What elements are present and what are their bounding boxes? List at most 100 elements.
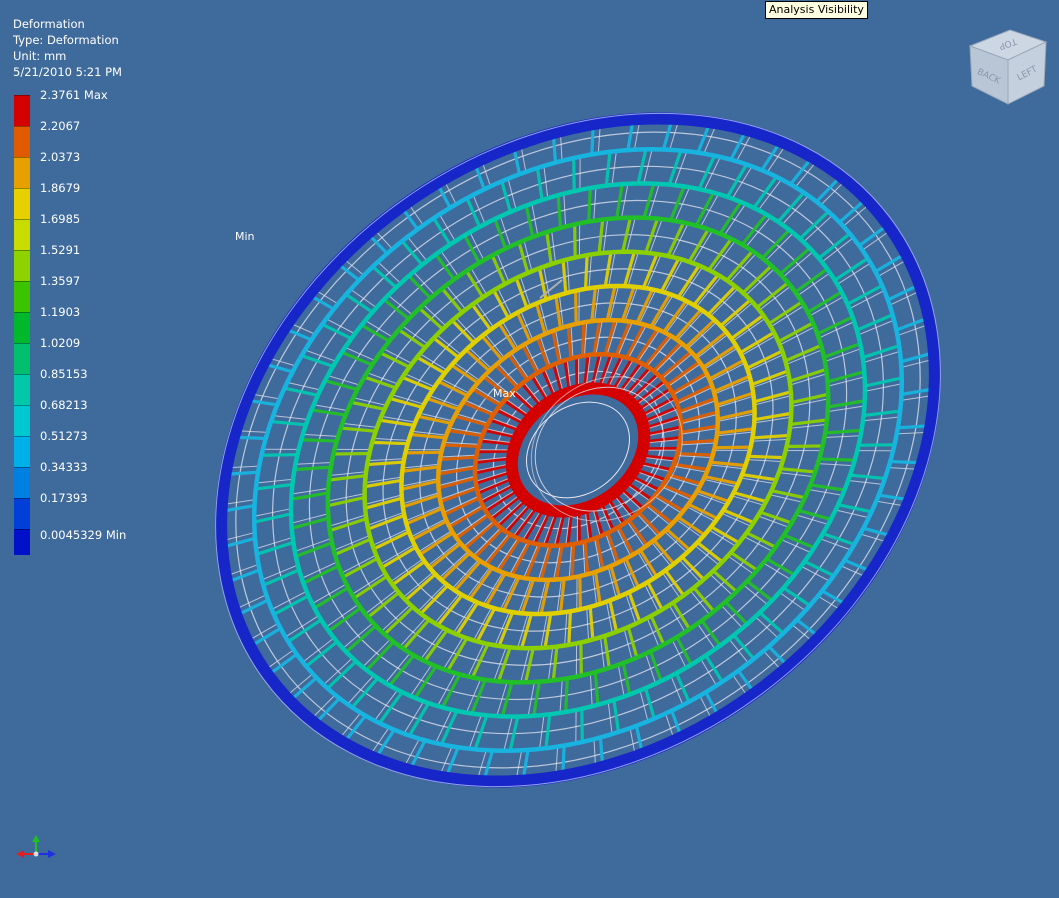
rib-spoke bbox=[373, 530, 410, 551]
rib-spoke bbox=[567, 611, 573, 645]
rib-spoke bbox=[732, 634, 756, 660]
legend-swatch bbox=[14, 126, 30, 157]
rib-spoke bbox=[497, 611, 515, 647]
mesh-spoke bbox=[342, 622, 374, 649]
mesh-spoke bbox=[741, 335, 776, 356]
legend-entry: 1.5291 bbox=[14, 243, 154, 281]
rib-spoke bbox=[790, 418, 828, 426]
rib-spoke bbox=[500, 180, 512, 213]
legend-label: 0.68213 bbox=[40, 398, 88, 412]
rib-spoke bbox=[752, 433, 789, 440]
rib-spoke bbox=[475, 607, 497, 643]
rib-spoke bbox=[687, 502, 719, 521]
rib-spoke bbox=[413, 665, 438, 699]
rib-spoke bbox=[301, 354, 334, 368]
rib-spoke bbox=[710, 525, 740, 545]
rib-spoke bbox=[363, 375, 397, 390]
legend-swatch bbox=[14, 467, 30, 498]
rib-spoke bbox=[710, 460, 746, 468]
rib-spoke bbox=[638, 549, 659, 578]
rib-spoke bbox=[342, 556, 379, 579]
legend-label: 1.1903 bbox=[40, 305, 81, 319]
rib-spoke bbox=[434, 253, 456, 281]
legend-label: 1.5291 bbox=[40, 243, 81, 257]
mesh-spoke bbox=[747, 354, 784, 372]
rib-spoke bbox=[803, 559, 835, 578]
mesh-spoke bbox=[714, 378, 751, 395]
result-info: Deformation Type: Deformation Unit: mm 5… bbox=[13, 16, 122, 80]
rib-spoke bbox=[471, 643, 490, 679]
rib-spoke bbox=[614, 321, 632, 356]
viewcube[interactable]: TOP BACK LEFT bbox=[962, 24, 1050, 112]
rib-spoke bbox=[819, 457, 855, 462]
rib-spoke bbox=[556, 195, 563, 228]
rib-spoke bbox=[545, 231, 553, 265]
rib-spoke bbox=[521, 344, 539, 374]
model-viewport[interactable] bbox=[0, 0, 1059, 898]
rib-spoke bbox=[858, 443, 895, 447]
mesh-spoke bbox=[420, 628, 445, 660]
rib-spoke bbox=[635, 288, 654, 324]
rib-spoke bbox=[462, 400, 494, 417]
rib-spoke bbox=[497, 322, 518, 351]
rib-spoke bbox=[454, 414, 488, 427]
mesh-spoke bbox=[710, 362, 746, 382]
legend-swatch bbox=[14, 436, 30, 467]
rib-spoke bbox=[378, 691, 404, 725]
rib-spoke bbox=[551, 646, 559, 681]
rib-spoke bbox=[334, 537, 372, 556]
rib-spoke bbox=[443, 443, 479, 448]
legend-swatch bbox=[14, 188, 30, 219]
rib-spoke bbox=[367, 513, 405, 531]
rib-spoke bbox=[402, 618, 431, 650]
legend-swatch bbox=[14, 405, 30, 436]
rib-spoke bbox=[593, 672, 600, 705]
rib-spoke bbox=[535, 167, 544, 201]
rib-spoke bbox=[806, 290, 843, 314]
rib-spoke bbox=[649, 293, 672, 328]
mesh-spoke bbox=[524, 343, 540, 373]
mesh-spoke bbox=[765, 232, 794, 262]
rib-spoke bbox=[471, 303, 492, 331]
rib-spoke bbox=[439, 455, 477, 462]
mesh-spoke bbox=[372, 528, 409, 546]
mesh-spoke bbox=[680, 266, 704, 299]
rib-spoke bbox=[680, 556, 705, 581]
rib-spoke bbox=[784, 344, 822, 363]
rib-spoke bbox=[718, 201, 743, 235]
rib-spoke bbox=[597, 219, 605, 254]
rib-spoke bbox=[662, 483, 694, 500]
result-unit: Unit: mm bbox=[13, 49, 67, 63]
rib-spoke bbox=[707, 237, 733, 271]
mesh-spoke bbox=[405, 505, 442, 522]
rib-spoke bbox=[333, 451, 370, 456]
rib-spoke bbox=[617, 526, 635, 556]
legend-swatch bbox=[14, 374, 30, 405]
mesh-spoke bbox=[729, 253, 757, 283]
rib-spoke bbox=[313, 586, 350, 610]
rib-spoke bbox=[730, 314, 765, 340]
rib-spoke bbox=[405, 450, 442, 455]
legend-label: 1.8679 bbox=[40, 181, 81, 195]
rib-spoke bbox=[389, 396, 423, 409]
rib-spoke bbox=[768, 300, 803, 326]
max-marker: Max bbox=[493, 387, 516, 400]
rib-spoke bbox=[646, 502, 674, 525]
rib-spoke bbox=[328, 474, 366, 482]
rib-spoke bbox=[740, 213, 768, 246]
viewcube-icon[interactable]: TOP BACK LEFT bbox=[968, 29, 1048, 105]
deformation-model[interactable] bbox=[84, 0, 1059, 898]
rib-spoke bbox=[756, 281, 790, 309]
legend-swatch bbox=[14, 95, 30, 126]
rib-spoke bbox=[405, 506, 443, 526]
mesh-spoke bbox=[351, 572, 386, 595]
legend-label: 1.0209 bbox=[40, 336, 81, 350]
mesh-spoke bbox=[745, 216, 772, 248]
rib-spoke bbox=[419, 531, 454, 556]
legend-label: 2.0373 bbox=[40, 150, 81, 164]
rib-spoke bbox=[287, 618, 323, 643]
rib-spoke bbox=[825, 428, 862, 435]
rib-spoke bbox=[700, 619, 722, 647]
rib-spoke bbox=[676, 264, 701, 299]
mesh-spoke bbox=[452, 601, 476, 634]
